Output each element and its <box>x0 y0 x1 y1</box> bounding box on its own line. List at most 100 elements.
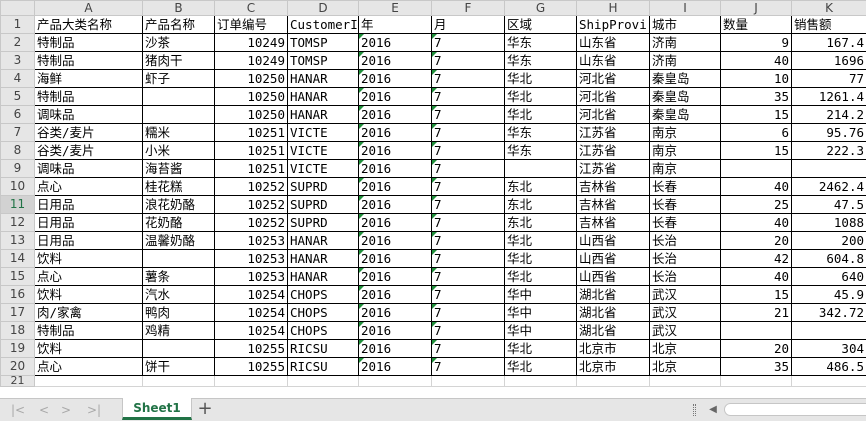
cell[interactable]: 点心 <box>34 267 143 286</box>
cell[interactable]: 2016 <box>358 213 432 232</box>
cell[interactable]: 10251 <box>214 123 288 142</box>
column-header[interactable]: E <box>358 0 432 16</box>
scroll-left-icon[interactable]: ◀ <box>706 402 720 418</box>
cell[interactable]: 2016 <box>358 303 432 322</box>
cell[interactable]: SUPRD <box>287 213 359 232</box>
cell[interactable]: 沙茶 <box>142 33 215 52</box>
cell[interactable]: 7 <box>431 51 505 70</box>
row-header[interactable]: 6 <box>0 105 35 124</box>
cell[interactable]: 吉林省 <box>576 213 650 232</box>
cell[interactable] <box>504 375 577 387</box>
cell[interactable]: 谷类/麦片 <box>34 123 143 142</box>
cell[interactable]: 10252 <box>214 177 288 196</box>
column-header[interactable]: H <box>576 0 650 16</box>
row-header[interactable]: 15 <box>0 267 35 286</box>
cell[interactable]: 10250 <box>214 69 288 88</box>
cell[interactable]: 南京 <box>649 141 721 160</box>
column-header[interactable]: K <box>791 0 866 16</box>
cell[interactable]: 2016 <box>358 285 432 304</box>
cell[interactable]: 10250 <box>214 105 288 124</box>
cell[interactable]: 2462.4 <box>791 177 866 196</box>
cell[interactable]: 2016 <box>358 249 432 268</box>
cell[interactable]: 秦皇岛 <box>649 69 721 88</box>
cell[interactable]: 95.76 <box>791 123 866 142</box>
cell[interactable]: 薯条 <box>142 267 215 286</box>
cell[interactable]: 7 <box>431 159 505 178</box>
cell[interactable]: 2016 <box>358 51 432 70</box>
cell[interactable]: 7 <box>431 285 505 304</box>
cell[interactable]: 10250 <box>214 87 288 106</box>
cell[interactable]: 华东 <box>504 141 577 160</box>
cell[interactable]: HANAR <box>287 69 359 88</box>
cell[interactable]: 2016 <box>358 87 432 106</box>
cell[interactable]: 10249 <box>214 51 288 70</box>
cell[interactable]: 1088 <box>791 213 866 232</box>
cell[interactable]: VICTE <box>287 141 359 160</box>
cell[interactable] <box>576 375 650 387</box>
cell[interactable]: CustomerI <box>287 15 359 34</box>
cell[interactable]: 7 <box>431 231 505 250</box>
cell[interactable]: 45.9 <box>791 285 866 304</box>
cell[interactable]: CHOPS <box>287 303 359 322</box>
cell[interactable]: 华东 <box>504 51 577 70</box>
cell[interactable]: 长治 <box>649 267 721 286</box>
cell[interactable]: 35 <box>720 87 792 106</box>
cell[interactable]: 特制品 <box>34 321 143 340</box>
cell[interactable]: 海苔酱 <box>142 159 215 178</box>
cell[interactable]: 304 <box>791 339 866 358</box>
prev-sheet-nav-icon[interactable]: < <box>36 402 52 418</box>
cell[interactable]: 222.3 <box>791 141 866 160</box>
row-header[interactable]: 12 <box>0 213 35 232</box>
cell[interactable]: 10254 <box>214 303 288 322</box>
cell[interactable]: 40 <box>720 51 792 70</box>
cell[interactable]: 东北 <box>504 177 577 196</box>
cell[interactable]: 10253 <box>214 249 288 268</box>
cell[interactable]: 10253 <box>214 231 288 250</box>
cell[interactable]: 华中 <box>504 303 577 322</box>
cell[interactable]: 湖北省 <box>576 321 650 340</box>
cell[interactable]: 河北省 <box>576 105 650 124</box>
cell[interactable]: 35 <box>720 357 792 376</box>
cell[interactable]: 鸭肉 <box>142 303 215 322</box>
cell[interactable]: 640 <box>791 267 866 286</box>
cell[interactable]: 7 <box>431 69 505 88</box>
cell[interactable]: 北京市 <box>576 339 650 358</box>
select-all-corner[interactable] <box>0 0 35 16</box>
cell[interactable]: HANAR <box>287 231 359 250</box>
cell[interactable]: 华东 <box>504 33 577 52</box>
cell[interactable]: 2016 <box>358 339 432 358</box>
cell[interactable]: 2016 <box>358 141 432 160</box>
cell[interactable]: 海鲜 <box>34 69 143 88</box>
cell[interactable] <box>142 375 215 387</box>
row-header[interactable]: 18 <box>0 321 35 340</box>
cell[interactable]: 华北 <box>504 249 577 268</box>
cell[interactable]: SUPRD <box>287 177 359 196</box>
cell[interactable]: 数量 <box>720 15 792 34</box>
cell[interactable]: 华东 <box>504 123 577 142</box>
cell[interactable]: 7 <box>431 105 505 124</box>
cell[interactable] <box>720 375 792 387</box>
row-header[interactable]: 11 <box>0 195 35 214</box>
cell[interactable]: 华北 <box>504 105 577 124</box>
cell[interactable]: 河北省 <box>576 69 650 88</box>
cell[interactable]: 40 <box>720 267 792 286</box>
cell[interactable]: 10 <box>720 69 792 88</box>
cell[interactable]: 6 <box>720 123 792 142</box>
cell[interactable]: 77 <box>791 69 866 88</box>
cell[interactable]: 604.8 <box>791 249 866 268</box>
cell[interactable]: 江苏省 <box>576 141 650 160</box>
cell[interactable]: 2016 <box>358 321 432 340</box>
cell[interactable]: 华中 <box>504 321 577 340</box>
cell[interactable] <box>431 375 505 387</box>
cell[interactable] <box>791 159 866 178</box>
cell[interactable]: 订单编号 <box>214 15 288 34</box>
row-header[interactable]: 21 <box>0 375 35 387</box>
cell[interactable]: 点心 <box>34 357 143 376</box>
spreadsheet-grid[interactable]: A B C D E F G H I J K 1 产品大类名称 产品名称 订单编号 CustomerI 年月区域 S… <box>0 0 866 398</box>
cell[interactable]: 15 <box>720 141 792 160</box>
cell[interactable]: 10255 <box>214 339 288 358</box>
row-header[interactable]: 4 <box>0 69 35 88</box>
cell[interactable]: RICSU <box>287 339 359 358</box>
cell[interactable]: 25 <box>720 195 792 214</box>
cell[interactable] <box>720 159 792 178</box>
